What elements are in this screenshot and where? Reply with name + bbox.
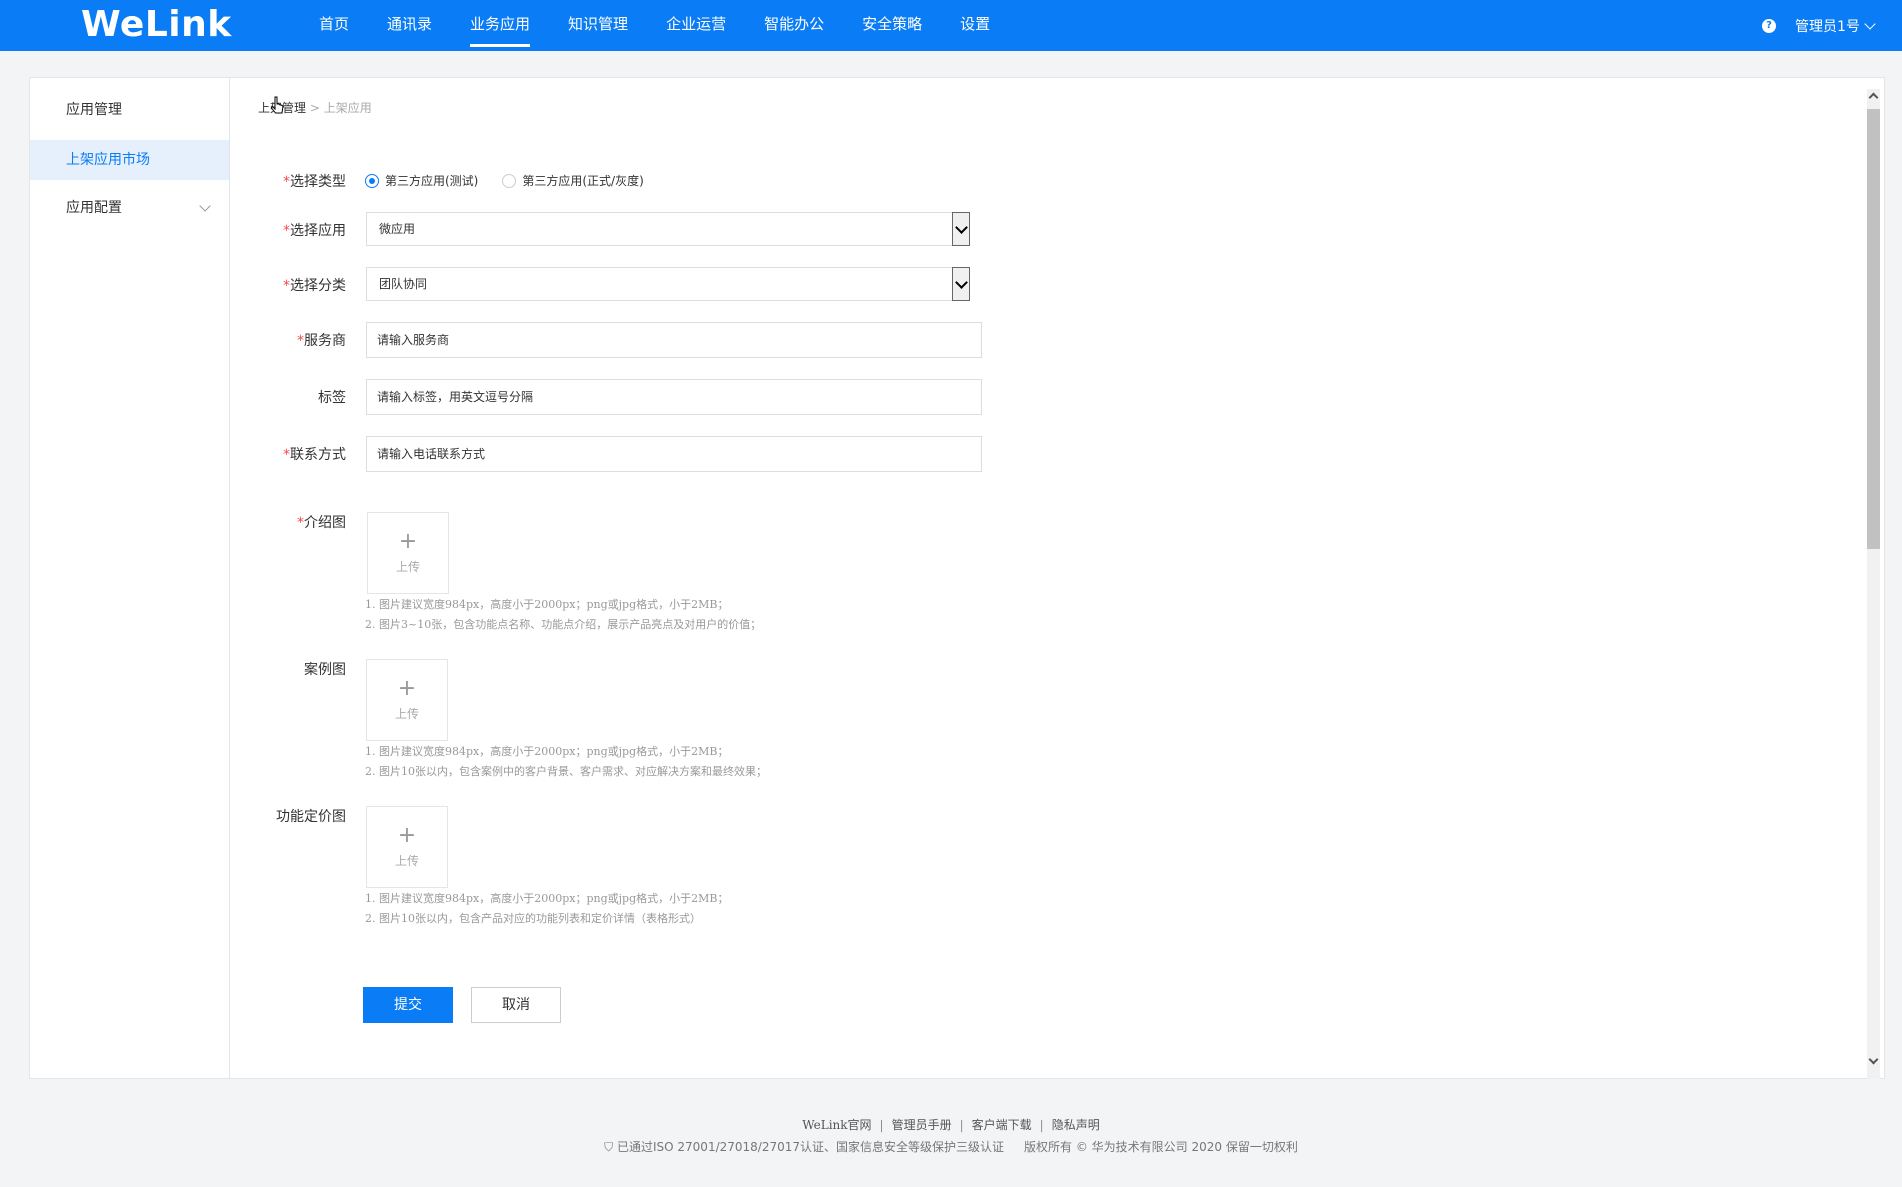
scrollbar[interactable]: [1867, 89, 1880, 1079]
nav-business-apps[interactable]: 业务应用: [451, 0, 549, 51]
radio-checked-icon: [365, 173, 379, 188]
intro-hint-1: 1. 图片建议宽度984px，高度小于2000px；png或jpg格式，小于2M…: [365, 598, 729, 611]
content-card: 应用管理 上架应用市场 应用配置 上架管理 > 上架应用 *选择类型 第三方应用…: [29, 77, 1885, 1079]
cancel-button[interactable]: 取消: [471, 987, 561, 1023]
pricing-hint-2: 2. 图片10张以内，包含产品对应的功能列表和定价详情（表格形式）: [365, 912, 701, 925]
category-label: *选择分类: [283, 278, 346, 294]
pricing-hint-1: 1. 图片建议宽度984px，高度小于2000px；png或jpg格式，小于2M…: [365, 892, 729, 905]
scroll-down-icon[interactable]: [1868, 1054, 1879, 1065]
contact-label: *联系方式: [283, 447, 346, 463]
upload-label: 上传: [394, 854, 419, 868]
submit-button[interactable]: 提交: [363, 987, 453, 1023]
radio-third-party-test[interactable]: 第三方应用(测试): [365, 172, 478, 189]
footer-link-privacy[interactable]: 隐私声明: [1052, 1118, 1100, 1132]
nav-contacts[interactable]: 通讯录: [368, 0, 451, 51]
case-image-upload[interactable]: + 上传: [366, 659, 448, 741]
pricing-image-label: 功能定价图: [276, 809, 346, 825]
plus-icon: +: [398, 529, 418, 554]
sidebar-item-publish-market[interactable]: 上架应用市场: [30, 140, 229, 180]
type-radio-group: 第三方应用(测试) 第三方应用(正式/灰度): [365, 172, 668, 189]
contact-input[interactable]: 请输入电话联系方式: [366, 436, 982, 472]
footer-link-manual[interactable]: 管理员手册: [892, 1118, 952, 1132]
breadcrumb-current: 上架应用: [323, 101, 372, 115]
footer-links: WeLink官网 | 管理员手册 | 客户端下载 | 隐私声明: [802, 1118, 1100, 1132]
intro-image-label: *介绍图: [297, 515, 346, 531]
chevron-down-icon[interactable]: [952, 267, 970, 301]
vendor-label: *服务商: [297, 333, 346, 349]
sidebar-item-app-config[interactable]: 应用配置: [30, 188, 229, 228]
case-hint-1: 1. 图片建议宽度984px，高度小于2000px；png或jpg格式，小于2M…: [365, 745, 729, 758]
sidebar-item-app-management[interactable]: 应用管理: [30, 90, 229, 130]
nav-settings[interactable]: 设置: [941, 0, 1009, 51]
footer-copyright-text: 版权所有 © 华为技术有限公司 2020 保留一切权利: [1024, 1140, 1298, 1154]
intro-hint-2: 2. 图片3~10张，包含功能点名称、功能点介绍，展示产品亮点及对用户的价值；: [365, 618, 762, 631]
category-select[interactable]: 团队协同: [366, 267, 970, 301]
pricing-image-upload[interactable]: + 上传: [366, 806, 448, 888]
upload-label: 上传: [394, 707, 419, 721]
upload-label: 上传: [395, 560, 420, 574]
nav-security[interactable]: 安全策略: [843, 0, 941, 51]
mouse-pointer-icon: [271, 96, 284, 114]
footer-link-official[interactable]: WeLink官网: [802, 1118, 871, 1132]
intro-image-upload[interactable]: + 上传: [367, 512, 449, 594]
chevron-down-icon[interactable]: [1864, 18, 1876, 30]
sidebar: 应用管理 上架应用市场 应用配置: [30, 78, 230, 1078]
case-hint-2: 2. 图片10张以内，包含案例中的客户背景、客户需求、对应解决方案和最终效果；: [365, 765, 767, 778]
app-label: *选择应用: [283, 223, 346, 239]
chevron-down-icon[interactable]: [952, 212, 970, 246]
vendor-input[interactable]: 请输入服务商: [366, 322, 982, 358]
shield-icon: ⛉: [604, 1140, 617, 1154]
type-label: *选择类型: [283, 174, 346, 190]
tags-input[interactable]: 请输入标签，用英文逗号分隔: [366, 379, 982, 415]
app-select[interactable]: 微应用: [366, 212, 970, 246]
chevron-down-icon: [199, 200, 211, 212]
app-select-value: 微应用: [379, 222, 416, 236]
nav-smart-office[interactable]: 智能办公: [745, 0, 843, 51]
radio-third-party-production[interactable]: 第三方应用(正式/灰度): [502, 172, 644, 189]
case-image-label: 案例图: [304, 662, 346, 678]
footer-copyright: ⛉ 已通过ISO 27001/27018/27017认证、国家信息安全等级保护三…: [0, 1138, 1902, 1155]
nav-operations[interactable]: 企业运营: [647, 0, 745, 51]
footer-link-download[interactable]: 客户端下载: [972, 1118, 1032, 1132]
sidebar-item-label: 应用配置: [66, 200, 122, 216]
nav-knowledge[interactable]: 知识管理: [549, 0, 647, 51]
footer-cert: 已通过ISO 27001/27018/27017认证、国家信息安全等级保护三级认…: [616, 1140, 1005, 1154]
nav-home[interactable]: 首页: [300, 0, 368, 51]
help-icon[interactable]: ?: [1762, 19, 1776, 33]
breadcrumb-separator: >: [306, 101, 324, 115]
plus-icon: +: [397, 823, 417, 848]
scroll-thumb[interactable]: [1867, 109, 1880, 549]
category-select-value: 团队协同: [379, 277, 428, 291]
welink-logo[interactable]: WeLink: [81, 4, 232, 46]
plus-icon: +: [397, 676, 417, 701]
radio-unchecked-icon: [502, 173, 517, 188]
scroll-up-icon[interactable]: [1868, 92, 1879, 103]
admin-user-menu[interactable]: 管理员1号: [1795, 16, 1860, 36]
main-nav: 首页 通讯录 业务应用 知识管理 企业运营 智能办公 安全策略 设置: [300, 0, 1009, 51]
tags-label: 标签: [318, 390, 346, 406]
top-navbar: WeLink 首页 通讯录 业务应用 知识管理 企业运营 智能办公 安全策略 设…: [0, 0, 1902, 51]
